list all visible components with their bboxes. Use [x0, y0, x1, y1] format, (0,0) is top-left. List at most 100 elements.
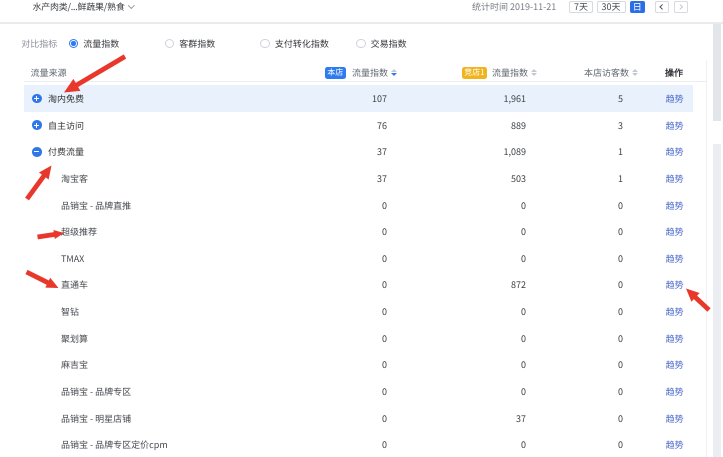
table-row: 品销宝 - 品牌直推000趋势 — [24, 192, 693, 219]
traffic-source-name: 聚划算 — [61, 332, 88, 345]
table-row: 付费流量371,0891趋势 — [24, 138, 693, 165]
sort-icon-visitors[interactable] — [632, 69, 638, 77]
visitors-value: 3 — [618, 112, 623, 139]
competitor-index-value: 1,961 — [504, 85, 526, 112]
trend-link[interactable]: 趋势 — [666, 85, 684, 112]
own-index-value: 76 — [377, 112, 387, 139]
traffic-source-name: 品销宝 - 品牌专区 — [61, 385, 131, 398]
trend-link[interactable]: 趋势 — [666, 165, 684, 192]
trend-link[interactable]: 趋势 — [666, 378, 684, 405]
traffic-source-name: 智钻 — [61, 305, 79, 318]
competitor-index-value: 0 — [521, 298, 526, 325]
expand-icon[interactable] — [32, 94, 42, 104]
metric-radio-2[interactable]: 客群指数 — [165, 37, 216, 50]
scrollbar-thumb[interactable] — [713, 24, 721, 121]
trend-link[interactable]: 趋势 — [666, 432, 684, 457]
topbar-divider — [0, 22, 723, 24]
traffic-source-cell: 自主访问 — [24, 112, 84, 139]
table-body: 淘内免费1071,9615趋势自主访问768893趋势付费流量371,0891趋… — [24, 85, 693, 457]
collapse-icon[interactable] — [32, 147, 42, 157]
competitor-index-value: 37 — [516, 405, 526, 432]
trend-link[interactable]: 趋势 — [666, 298, 684, 325]
prev-date-button[interactable] — [655, 1, 670, 14]
expand-icon[interactable] — [32, 120, 42, 130]
compare-metric-label: 对比指标 — [21, 37, 57, 50]
competitor-index-value: 0 — [521, 352, 526, 379]
range-button-7d[interactable]: 7天 — [569, 1, 593, 14]
range-button-day[interactable]: 日 — [630, 1, 645, 14]
trend-link[interactable]: 趋势 — [666, 138, 684, 165]
traffic-source-cell: 淘内免费 — [24, 85, 84, 112]
own-index-label: 流量指数 — [352, 66, 388, 79]
table-row: 品销宝 - 明星店铺 0 37 0 趋势 — [24, 405, 693, 432]
own-index-value: 0 — [382, 218, 387, 245]
sort-icon-own-index[interactable] — [391, 69, 397, 77]
visitors-value: 0 — [618, 378, 623, 405]
visitors-value: 0 — [618, 272, 623, 299]
scrollbar-gap — [713, 121, 721, 144]
sort-icon-competitor-index[interactable] — [531, 69, 537, 77]
next-date-button[interactable] — [674, 1, 689, 14]
radio-label: 支付转化指数 — [275, 37, 329, 50]
own-index-value: 0 — [382, 405, 387, 432]
own-index-value: 37 — [377, 138, 387, 165]
radio-label: 交易指数 — [371, 37, 407, 50]
traffic-source-cell: TMAX — [24, 245, 84, 272]
radio-circle-icon — [165, 39, 175, 49]
traffic-source-cell: 品销宝 - 品牌专区 — [24, 378, 131, 405]
chevron-down-icon — [128, 2, 134, 8]
visitors-value: 1 — [618, 138, 623, 165]
traffic-source-name: 自主访问 — [48, 119, 84, 132]
traffic-source-name: 淘宝客 — [61, 172, 88, 185]
table-row: 聚划算000趋势 — [24, 325, 693, 352]
category-path: 水产肉类/...鲜蔬果/熟食 — [33, 0, 125, 13]
competitor-index-label: 流量指数 — [492, 66, 528, 79]
own-shop-badge: 本店 — [325, 67, 346, 79]
trend-link[interactable]: 趋势 — [666, 245, 684, 272]
trend-link[interactable]: 趋势 — [666, 325, 684, 352]
radio-label: 客群指数 — [179, 37, 215, 50]
trend-link[interactable]: 趋势 — [666, 352, 684, 379]
traffic-source-cell: 品销宝 - 品牌专区定价cpm — [24, 432, 168, 457]
competitor-index-value: 1,089 — [504, 138, 526, 165]
competitor-badge: 竞店1 — [462, 67, 487, 79]
metric-radio-1[interactable]: 流量指数 — [69, 37, 120, 50]
traffic-source-cell: 品销宝 - 品牌直推 — [24, 192, 131, 219]
visitors-value: 0 — [618, 352, 623, 379]
visitors-value: 0 — [618, 405, 623, 432]
own-index-value: 37 — [377, 165, 387, 192]
traffic-source-cell: 聚划算 — [24, 325, 88, 352]
traffic-analysis-page: 水产肉类/...鲜蔬果/熟食 统计时间 2019-11-21 7天 30天 日 … — [0, 0, 723, 457]
competitor-index-value: 0 — [521, 245, 526, 272]
top-bar: 水产肉类/...鲜蔬果/熟食 统计时间 2019-11-21 7天 30天 日 — [0, 0, 723, 13]
trend-link[interactable]: 趋势 — [666, 218, 684, 245]
chevron-right-icon — [677, 4, 683, 10]
table-row: 品销宝 - 品牌专区000趋势 — [24, 378, 693, 405]
table-row: 直通车08720趋势 — [24, 272, 693, 299]
visitors-value: 0 — [618, 192, 623, 219]
competitor-index-value: 0 — [521, 432, 526, 457]
competitor-index-value: 0 — [521, 325, 526, 352]
table-row: 麻吉宝 0 0 0 趋势 — [24, 352, 693, 379]
traffic-source-cell: 直通车 — [24, 272, 88, 299]
own-index-value: 0 — [382, 192, 387, 219]
traffic-source-cell: 超级推荐 — [24, 218, 97, 245]
trend-link[interactable]: 趋势 — [666, 112, 684, 139]
trend-link[interactable]: 趋势 — [666, 272, 684, 299]
own-index-value: 0 — [382, 352, 387, 379]
traffic-source-cell: 品销宝 - 明星店铺 — [24, 405, 131, 432]
trend-link[interactable]: 趋势 — [666, 405, 684, 432]
metric-radio-4[interactable]: 交易指数 — [356, 37, 407, 50]
radio-circle-icon — [69, 39, 79, 49]
table-row: 智钻000趋势 — [24, 298, 693, 325]
visitors-label: 本店访客数 — [584, 66, 629, 79]
chevron-left-icon — [659, 4, 665, 10]
category-dropdown[interactable]: 水产肉类/...鲜蔬果/熟食 — [33, 0, 134, 13]
trend-link[interactable]: 趋势 — [666, 192, 684, 219]
traffic-source-name: 麻吉宝 — [61, 358, 88, 371]
competitor-index-value: 872 — [511, 272, 526, 299]
range-button-30d[interactable]: 30天 — [597, 1, 626, 14]
stat-time-label: 统计时间 2019-11-21 — [472, 0, 556, 13]
metric-radio-3[interactable]: 支付转化指数 — [260, 37, 329, 50]
table-row: 超级推荐000趋势 — [24, 218, 693, 245]
